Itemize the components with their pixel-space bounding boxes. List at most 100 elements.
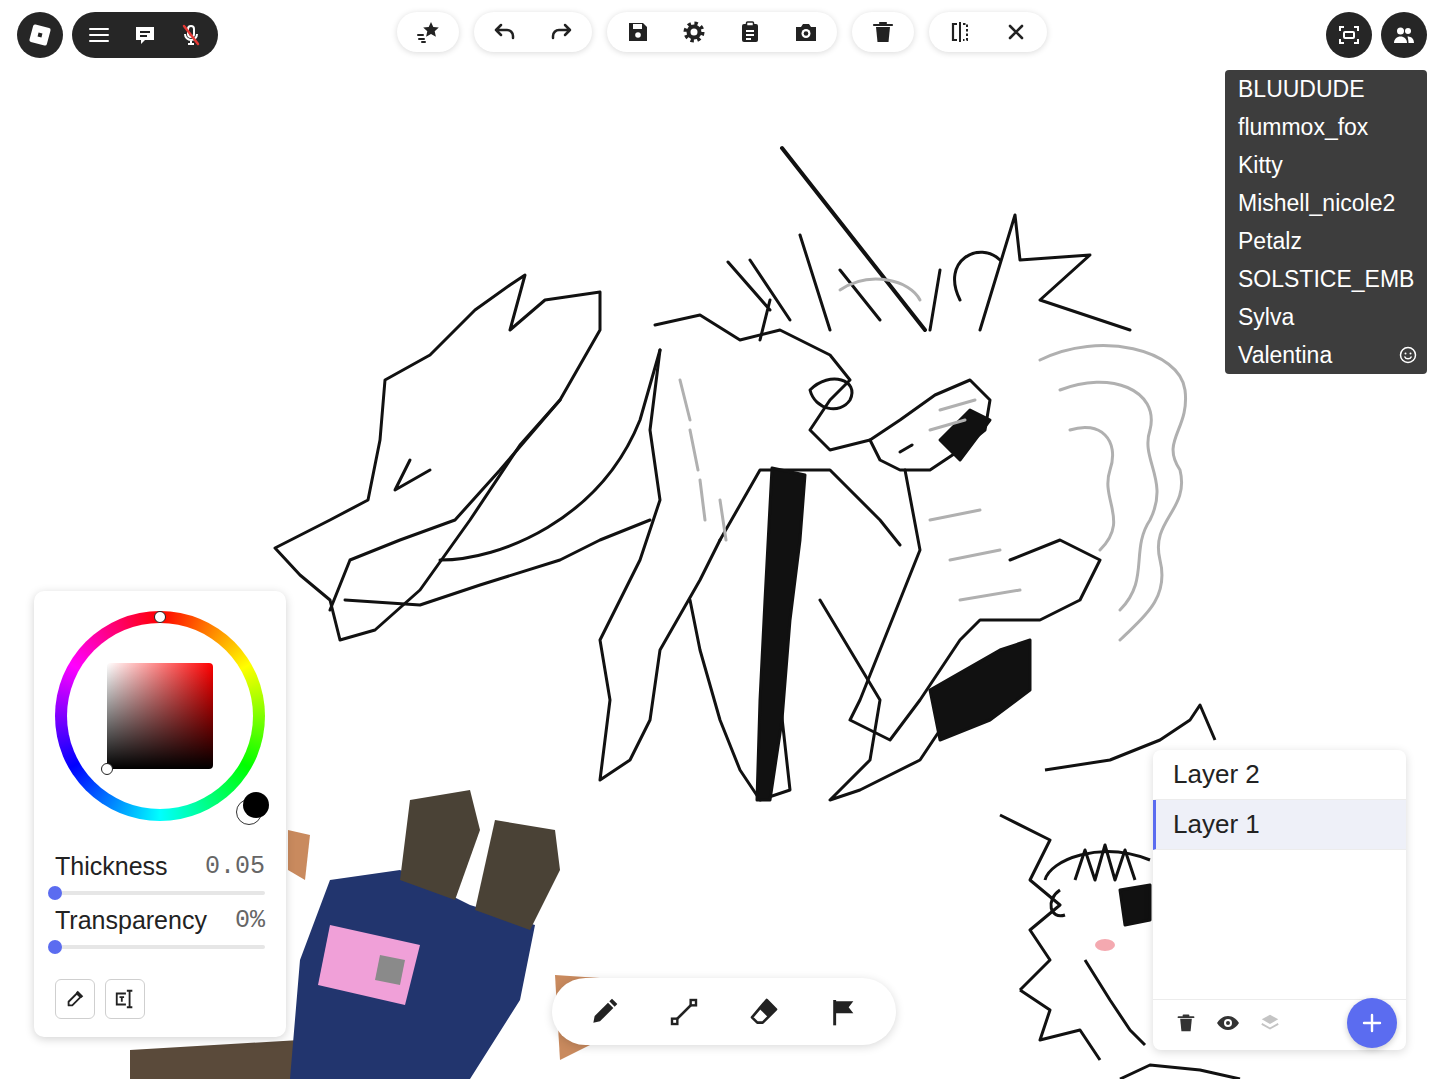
toggle-visibility-button[interactable] bbox=[1213, 1008, 1243, 1038]
add-layer-button[interactable] bbox=[1347, 998, 1397, 1048]
drawing-game-screen: BLUUDUDE flummox_fox Kitty Mishell_nicole2 P… bbox=[0, 0, 1440, 1079]
player-row[interactable]: Mishell_nicole2 bbox=[1225, 184, 1427, 222]
player-row[interactable]: flummox_fox bbox=[1225, 108, 1427, 146]
color-tools bbox=[55, 979, 265, 1019]
roblox-controls bbox=[17, 12, 218, 58]
chat-button[interactable] bbox=[122, 12, 168, 58]
layer-row[interactable]: Layer 2 bbox=[1153, 750, 1406, 800]
redo-button[interactable] bbox=[533, 12, 589, 52]
capture-button[interactable] bbox=[1326, 12, 1372, 58]
delete-layer-button[interactable] bbox=[1171, 1008, 1201, 1038]
player-name: flummox_fox bbox=[1238, 114, 1368, 141]
clear-canvas-button[interactable] bbox=[855, 12, 911, 52]
toolbar-group bbox=[607, 12, 837, 52]
smiley-icon bbox=[1399, 346, 1417, 364]
roblox-menu-button[interactable] bbox=[17, 12, 63, 58]
slider-header: Thickness 0.05 bbox=[55, 851, 265, 881]
slider-knob[interactable] bbox=[48, 886, 62, 900]
roblox-logo-icon bbox=[28, 23, 52, 47]
effects-button[interactable] bbox=[400, 12, 456, 52]
pencil-icon bbox=[588, 996, 620, 1028]
eyedropper-button[interactable] bbox=[55, 979, 95, 1019]
plus-icon bbox=[1360, 1011, 1384, 1035]
slider-knob[interactable] bbox=[48, 940, 62, 954]
line-tool[interactable] bbox=[656, 984, 712, 1039]
layer-row[interactable]: Layer 1 bbox=[1153, 800, 1406, 850]
floppy-disk-icon bbox=[626, 20, 650, 44]
microphone-icon bbox=[179, 23, 203, 47]
hue-marker[interactable] bbox=[154, 611, 166, 623]
current-color-swatch[interactable] bbox=[243, 792, 269, 818]
mirror-button[interactable] bbox=[932, 12, 988, 52]
blush-mark bbox=[1095, 939, 1115, 951]
layer-list: Layer 2Layer 1 bbox=[1153, 750, 1406, 999]
player-row[interactable]: Petalz bbox=[1225, 222, 1427, 260]
chat-icon bbox=[133, 23, 157, 47]
shade-marker[interactable] bbox=[101, 763, 113, 775]
line-icon bbox=[668, 996, 700, 1028]
slider-value: 0.05 bbox=[205, 852, 265, 881]
clipboard-icon bbox=[738, 20, 762, 44]
color-panel: Thickness 0.05 Transparency0% bbox=[34, 591, 286, 1037]
slider-track bbox=[55, 891, 265, 895]
redo-icon bbox=[549, 20, 573, 44]
clipboard-button[interactable] bbox=[722, 12, 778, 52]
shade-square[interactable] bbox=[107, 663, 213, 769]
avatar-boot bbox=[475, 820, 560, 930]
eraser-tool[interactable] bbox=[736, 984, 792, 1039]
roblox-quick-bar bbox=[72, 12, 218, 58]
mirror-icon bbox=[948, 20, 972, 44]
toolbar-group bbox=[397, 12, 459, 52]
flag-icon bbox=[828, 996, 860, 1028]
mic-button[interactable] bbox=[168, 12, 214, 58]
slider-value: 0% bbox=[235, 906, 265, 935]
avatar-arm bbox=[288, 830, 310, 880]
player-row[interactable]: SOLSTICE_EMB bbox=[1225, 260, 1427, 298]
undo-button[interactable] bbox=[477, 12, 533, 52]
people-icon bbox=[1392, 23, 1416, 47]
trash-icon bbox=[1176, 1013, 1196, 1033]
fill-flag-tool[interactable] bbox=[816, 984, 872, 1039]
pencil-tool[interactable] bbox=[576, 984, 632, 1039]
player-name: SOLSTICE_EMB bbox=[1238, 266, 1414, 293]
slider-track bbox=[55, 945, 265, 949]
toolbar-group bbox=[929, 12, 1047, 52]
player-row[interactable]: Kitty bbox=[1225, 146, 1427, 184]
toolbar-group bbox=[852, 12, 914, 52]
tool-bar bbox=[552, 978, 896, 1045]
slider[interactable] bbox=[55, 935, 265, 959]
text-box-button[interactable] bbox=[105, 979, 145, 1019]
player-row[interactable]: Sylva bbox=[1225, 298, 1427, 336]
color-picker bbox=[55, 611, 265, 851]
close-x-icon bbox=[1004, 20, 1028, 44]
player-name: Mishell_nicole2 bbox=[1238, 190, 1395, 217]
slider-header: Transparency0% bbox=[55, 905, 265, 935]
layers-stack-icon bbox=[1259, 1012, 1281, 1034]
player-name: Valentina bbox=[1238, 342, 1332, 369]
trash-icon bbox=[871, 20, 895, 44]
layers-panel: Layer 2Layer 1 bbox=[1153, 750, 1406, 1050]
merge-layer-button[interactable] bbox=[1255, 1008, 1285, 1038]
player-list-button[interactable] bbox=[1381, 12, 1427, 58]
slider[interactable] bbox=[55, 881, 265, 905]
creature-sketch bbox=[275, 148, 1130, 800]
eyedropper-icon bbox=[64, 988, 86, 1010]
camera-icon bbox=[794, 20, 818, 44]
text-box-icon bbox=[114, 988, 136, 1010]
sparkle-star-icon bbox=[416, 20, 440, 44]
player-row[interactable]: BLUUDUDE bbox=[1225, 70, 1427, 108]
settings-button[interactable] bbox=[666, 12, 722, 52]
screenshot-button[interactable] bbox=[778, 12, 834, 52]
gear-icon bbox=[682, 20, 706, 44]
menu-button[interactable] bbox=[76, 12, 122, 58]
player-row[interactable]: Valentina bbox=[1225, 336, 1427, 374]
hamburger-icon bbox=[87, 23, 111, 47]
hue-wheel[interactable] bbox=[55, 611, 265, 821]
avatar-boot bbox=[400, 790, 480, 900]
screen-capture-icon bbox=[1337, 23, 1361, 47]
player-list: BLUUDUDE flummox_fox Kitty Mishell_nicole2 P… bbox=[1225, 70, 1427, 374]
save-button[interactable] bbox=[610, 12, 666, 52]
drawing-toolbar bbox=[397, 12, 1047, 52]
close-button[interactable] bbox=[988, 12, 1044, 52]
slider-label: Thickness bbox=[55, 852, 168, 881]
